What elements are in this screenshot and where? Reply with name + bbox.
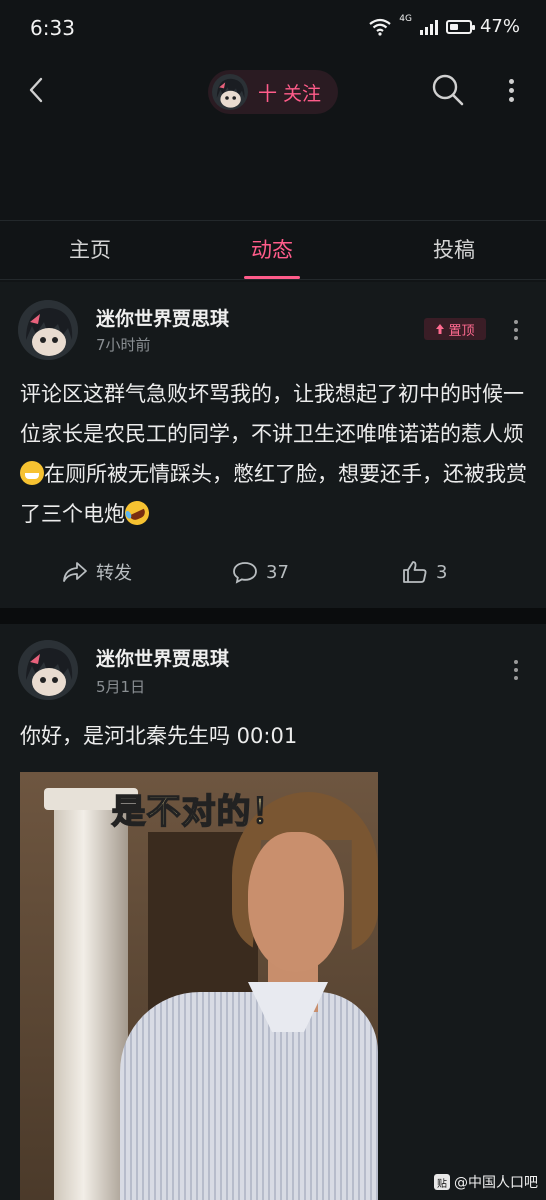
tab-home[interactable]: 主页: [30, 221, 150, 279]
tab-dynamics[interactable]: 动态: [212, 221, 332, 279]
status-bar: 6:33 4G 47%: [0, 0, 546, 58]
tab-submissions[interactable]: 投稿: [394, 221, 514, 279]
rofl-emoji-icon: [121, 497, 153, 529]
share-button[interactable]: 转发: [62, 552, 132, 592]
active-tab-indicator: [244, 276, 300, 279]
comment-icon: [233, 562, 257, 584]
battery-percent: 47%: [479, 16, 520, 37]
tab-dynamics-label: 动态: [251, 238, 293, 262]
search-button[interactable]: [430, 72, 466, 108]
share-label: 转发: [96, 563, 132, 584]
user-avatar-small: [212, 74, 248, 110]
top-navigation: 十 关注: [0, 58, 546, 124]
post-video-thumbnail[interactable]: 是不对的！: [20, 772, 378, 1200]
search-icon: [432, 74, 464, 106]
author-avatar[interactable]: [18, 640, 78, 700]
share-icon: [63, 562, 87, 582]
follow-label: 十 关注: [258, 82, 322, 105]
person-image: [248, 832, 344, 972]
like-count: 3: [436, 561, 448, 583]
follow-button[interactable]: 十 关注: [208, 70, 338, 114]
more-options-button[interactable]: [496, 72, 526, 108]
more-dots-icon: [514, 320, 518, 324]
post-card[interactable]: 迷你世界贾思琪 7小时前 置顶 评论区这群气急败坏骂我的，让我想起了初中的时候一…: [0, 282, 546, 608]
battery-fill: [449, 23, 459, 30]
thumbs-up-icon: [403, 561, 427, 583]
comment-count: 37: [266, 561, 289, 583]
tab-home-label: 主页: [69, 238, 111, 262]
grinning-emoji-icon: [20, 461, 44, 485]
author-name[interactable]: 迷你世界贾思琪: [96, 304, 229, 331]
video-caption: 是不对的！: [111, 791, 287, 833]
pinned-label: 置顶: [448, 323, 475, 339]
post-actions: 转发 37 3: [0, 552, 546, 592]
battery-icon: [445, 19, 475, 34]
network-label: 4G: [399, 13, 412, 24]
author-name[interactable]: 迷你世界贾思琪: [96, 644, 229, 671]
chevron-left-icon: [29, 77, 43, 103]
more-dots-icon: [508, 78, 514, 84]
status-icons: 4G 47%: [369, 13, 520, 37]
pillar-image: [54, 792, 128, 1200]
watermark: 贴 @中国人口吧: [434, 1172, 538, 1192]
arrow-up-icon: [436, 324, 445, 334]
post-time: 5月1日: [96, 678, 146, 696]
more-dots-icon: [514, 660, 518, 664]
author-avatar[interactable]: [18, 300, 78, 360]
post-text[interactable]: 你好，是河北秦先生吗 00:01: [20, 716, 528, 756]
post-more-button[interactable]: [504, 316, 528, 344]
status-time: 6:33: [30, 16, 75, 40]
post-text-part-1: 评论区这群气急败坏骂我的，让我想起了初中的时候一位家长是农民工的同学，不讲卫生还…: [20, 382, 524, 446]
post-more-button[interactable]: [504, 656, 528, 684]
profile-tabs: 主页 动态 投稿: [0, 220, 546, 280]
post-text-part-2: 在厕所被无情踩头，憋红了脸，想要还手，还被我赏了三个电炮: [20, 462, 527, 526]
comment-button[interactable]: 37: [232, 552, 289, 592]
tieba-logo-icon: 贴: [434, 1174, 450, 1190]
watermark-text: @中国人口吧: [454, 1175, 538, 1191]
post-divider: [0, 608, 546, 624]
post-time: 7小时前: [96, 336, 151, 354]
tab-submissions-label: 投稿: [433, 238, 475, 262]
signal-icon: [419, 19, 438, 35]
wifi-icon: [369, 18, 391, 36]
like-button[interactable]: 3: [402, 552, 447, 592]
post-text[interactable]: 评论区这群气急败坏骂我的，让我想起了初中的时候一位家长是农民工的同学，不讲卫生还…: [20, 374, 528, 534]
back-button[interactable]: [18, 72, 54, 108]
pinned-badge: 置顶: [424, 318, 486, 340]
